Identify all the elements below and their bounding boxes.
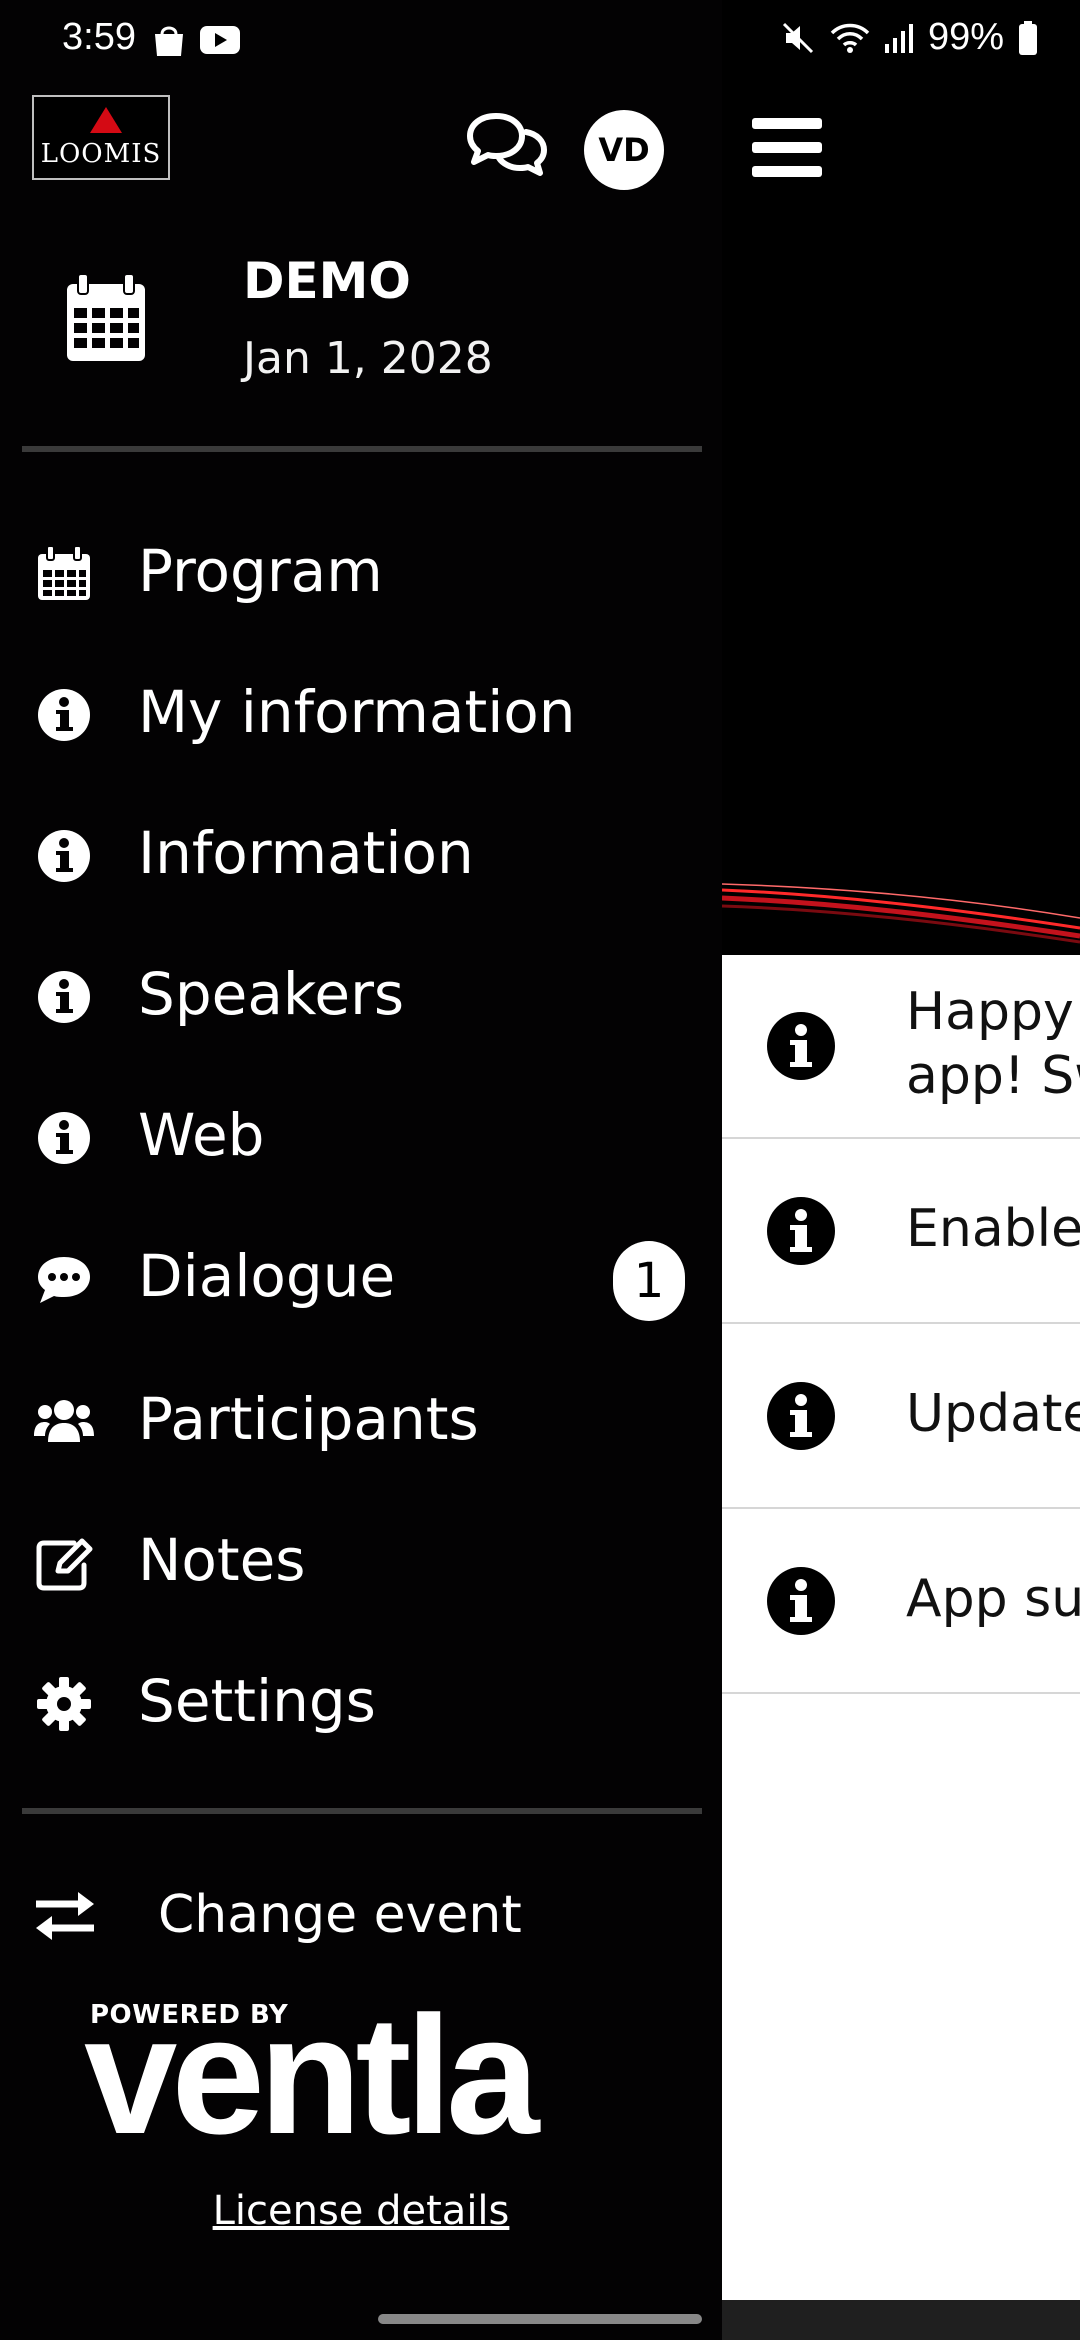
navigation-bar	[722, 2300, 1080, 2340]
change-event-label: Change event	[158, 1885, 522, 1945]
list-item[interactable]: Happy app! Sw	[722, 955, 1080, 1139]
menu-item-web[interactable]: Web	[0, 1062, 722, 1202]
logo-triangle-icon	[90, 107, 122, 133]
menu-item-program[interactable]: Program	[0, 498, 722, 638]
menu-item-dialogue[interactable]: Dialogue 1	[0, 1203, 722, 1343]
info-icon	[38, 689, 90, 741]
menu-item-label: Dialogue	[138, 1242, 396, 1310]
menu-item-label: Settings	[138, 1667, 376, 1735]
list-item-text: App sup	[906, 1569, 1080, 1629]
battery-percentage: 99%	[927, 16, 1004, 58]
avatar[interactable]: VD	[584, 110, 664, 190]
menu-item-speakers[interactable]: Speakers	[0, 921, 722, 1061]
list-item[interactable]: Update	[722, 1325, 1080, 1509]
list-item-text: Enable	[906, 1199, 1080, 1259]
menu-item-label: Program	[138, 537, 383, 605]
event-date: Jan 1, 2028	[243, 333, 493, 384]
menu-item-label: Notes	[138, 1526, 306, 1594]
ventla-logo: ventla	[84, 1981, 540, 2169]
status-left-icons	[152, 22, 241, 58]
status-right-icons: 99%	[780, 16, 1038, 59]
users-icon	[34, 1400, 94, 1442]
menu-item-notes[interactable]: Notes	[0, 1487, 722, 1627]
mute-icon	[782, 22, 813, 53]
chat-bubble-icon	[38, 1257, 90, 1303]
divider	[22, 1808, 702, 1814]
chat-icon[interactable]	[466, 112, 548, 178]
menu-item-label: My information	[138, 678, 576, 746]
youtube-icon	[200, 26, 241, 54]
menu-item-label: Speakers	[138, 960, 405, 1028]
list-item-text: app! Sw	[906, 1046, 1080, 1106]
menu-item-my-information[interactable]: My information	[0, 639, 722, 779]
edit-icon	[36, 1538, 93, 1591]
list-item-text: Happy	[906, 982, 1074, 1042]
list-item[interactable]: App sup	[722, 1510, 1080, 1694]
app-screen: Happy app! Sw Enable Update	[0, 0, 1080, 2340]
list-item[interactable]: Enable	[722, 1140, 1080, 1324]
logo-text: LOOMIS	[40, 139, 162, 169]
signal-icon	[884, 23, 913, 53]
gear-icon	[37, 1677, 91, 1731]
calendar-icon	[38, 545, 90, 600]
list-item-text: Update	[906, 1384, 1080, 1444]
menu-item-label: Information	[138, 819, 474, 887]
status-bar: 3:59 99%	[0, 0, 1080, 80]
info-icon	[38, 971, 90, 1023]
change-event-button[interactable]: Change event	[0, 1860, 722, 1970]
wifi-icon	[830, 23, 870, 53]
navigation-drawer: LOOMIS VD DEMO Jan 1, 2028 Program My in…	[0, 0, 722, 2340]
status-time: 3:59	[62, 16, 136, 58]
info-icon	[767, 1567, 835, 1635]
hamburger-menu-icon[interactable]	[752, 118, 822, 178]
menu-item-label: Web	[138, 1101, 265, 1169]
swap-arrows-icon	[36, 1892, 94, 1940]
info-icon	[38, 830, 90, 882]
shopping-bag-icon	[155, 26, 183, 56]
banner-image	[722, 883, 1080, 944]
home-indicator[interactable]	[378, 2314, 702, 2324]
license-details-link[interactable]: License details	[0, 2188, 722, 2234]
info-icon	[767, 1012, 835, 1080]
unread-count-badge: 1	[613, 1241, 685, 1321]
event-calendar-icon	[67, 273, 145, 361]
info-icon	[767, 1382, 835, 1450]
menu-item-participants[interactable]: Participants	[0, 1346, 722, 1486]
info-icon	[38, 1112, 90, 1164]
menu-item-information[interactable]: Information	[0, 780, 722, 920]
event-name: DEMO	[243, 252, 411, 310]
menu-item-settings[interactable]: Settings	[0, 1628, 722, 1768]
notification-list: Happy app! Sw Enable Update	[722, 955, 1080, 2300]
loomis-logo: LOOMIS	[32, 95, 170, 180]
divider	[22, 446, 702, 452]
menu-item-label: Participants	[138, 1385, 479, 1453]
info-icon	[767, 1197, 835, 1265]
battery-icon	[1019, 20, 1037, 55]
